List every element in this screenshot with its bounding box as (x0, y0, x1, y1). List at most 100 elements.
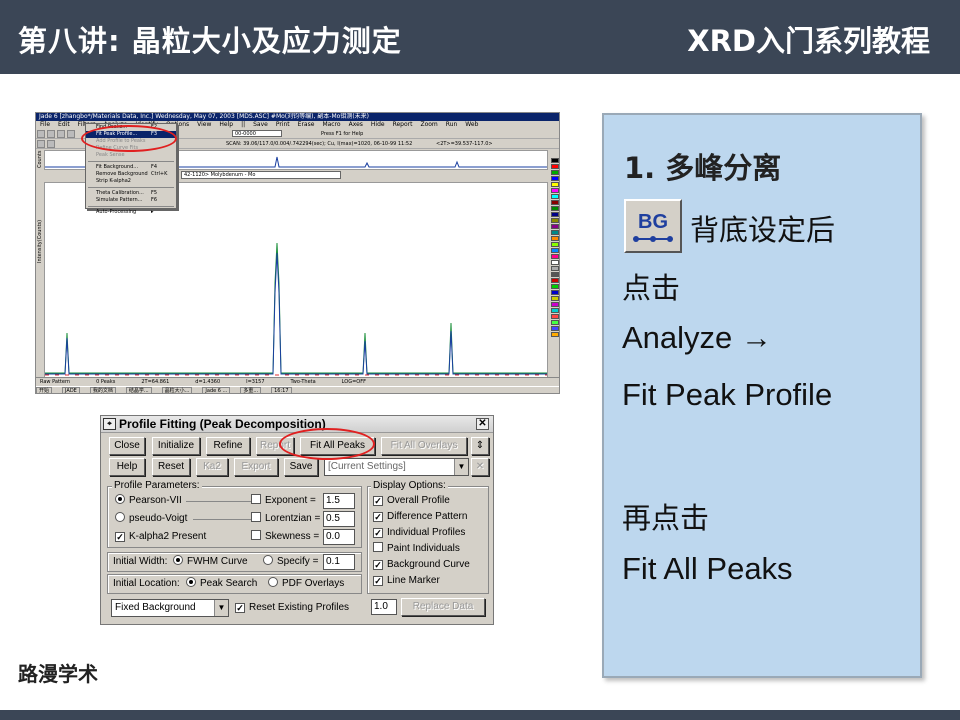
palette-swatch[interactable] (551, 188, 559, 193)
palette-swatch[interactable] (551, 194, 559, 199)
display-option-checkbox[interactable]: ✓ Individual Profiles (373, 526, 465, 540)
jade-menu-item[interactable]: Help (219, 121, 233, 128)
palette-swatch[interactable] (551, 302, 559, 307)
specify-radio[interactable]: Specify = (263, 555, 318, 569)
pearson-vii-radio[interactable]: Pearson-VII (115, 494, 182, 508)
palette-swatch[interactable] (551, 212, 559, 217)
close-icon[interactable]: ✕ (476, 418, 489, 430)
toolbar-button[interactable] (57, 130, 65, 138)
taskbar-button[interactable]: 开始 (36, 387, 53, 393)
taskbar-button[interactable]: Jade 6 ... (202, 387, 231, 393)
up-down-spinner[interactable]: ⇕ (471, 437, 489, 455)
palette-swatch[interactable] (551, 206, 559, 211)
jade-menu-item[interactable]: Axes (349, 121, 363, 128)
jade-menu-item[interactable]: || (241, 121, 245, 128)
analyze-menu-item[interactable]: Simulate Pattern... F6 (86, 197, 176, 204)
palette-swatch[interactable] (551, 254, 559, 259)
palette-swatch[interactable] (551, 278, 559, 283)
jade-menu-item[interactable]: Macro (322, 121, 340, 128)
palette-swatch[interactable] (551, 290, 559, 295)
analyze-menu-item[interactable]: Auto-Processing ▸ (86, 209, 176, 216)
analyze-menu-item[interactable]: Strip K-alpha2 (86, 178, 176, 185)
taskbar-button[interactable]: 结晶学... (125, 387, 152, 393)
initialize-button[interactable]: Initialize (152, 437, 200, 455)
background-select[interactable]: Fixed Background ▼ (111, 599, 229, 617)
settings-combo[interactable]: [Current Settings] ▼ (324, 458, 469, 476)
palette-swatch[interactable] (551, 320, 559, 325)
skewness-input[interactable]: 0.0 (323, 529, 355, 545)
kalpha2-checkbox[interactable]: ✓ K-alpha2 Present (115, 530, 206, 544)
chevron-down-icon[interactable]: ▼ (214, 600, 228, 616)
reset-button[interactable]: Reset (152, 458, 190, 476)
taskbar-button[interactable]: 多重... (240, 387, 262, 393)
palette-swatch[interactable] (551, 314, 559, 319)
display-option-checkbox[interactable]: Paint Individuals (373, 542, 460, 556)
jade-menu-item[interactable]: View (197, 121, 211, 128)
display-option-checkbox[interactable]: ✓ Line Marker (373, 574, 440, 588)
display-option-checkbox[interactable]: ✓ Overall Profile (373, 494, 450, 508)
jade-menu-item[interactable]: Erase (298, 121, 315, 128)
toolbar-button[interactable] (37, 130, 45, 138)
skewness-checkbox[interactable]: Skewness = (251, 530, 319, 544)
ka2-button[interactable]: Ka2 (196, 458, 228, 476)
jade-menu-item[interactable]: Edit (58, 121, 70, 128)
palette-swatch[interactable] (551, 230, 559, 235)
taskbar-button[interactable]: 晶粒大小... (161, 387, 193, 393)
taskbar-button[interactable]: 我的文档 (89, 387, 116, 393)
exponent-checkbox[interactable]: Exponent = (251, 494, 316, 508)
exponent-input[interactable]: 1.5 (323, 493, 355, 509)
palette-swatch[interactable] (551, 332, 559, 337)
toolbar-button[interactable] (47, 130, 55, 138)
taskbar-button[interactable]: 16:17 (271, 387, 292, 393)
jade-color-palette[interactable] (551, 158, 559, 373)
jade-menu-item[interactable]: File (40, 121, 50, 128)
display-option-checkbox[interactable]: ✓ Background Curve (373, 558, 470, 572)
palette-swatch[interactable] (551, 182, 559, 187)
fwhm-curve-radio[interactable]: FWHM Curve (173, 555, 248, 569)
specify-input[interactable]: 0.1 (323, 554, 355, 570)
lorentzian-input[interactable]: 0.5 (323, 511, 355, 527)
jade-menu-item[interactable]: Print (276, 121, 290, 128)
chevron-down-icon[interactable]: ▼ (454, 459, 468, 475)
palette-swatch[interactable] (551, 260, 559, 265)
jade-pdf-field[interactable]: 00-0000 (232, 130, 282, 137)
peak-search-radio[interactable]: Peak Search (186, 577, 257, 591)
palette-swatch[interactable] (551, 200, 559, 205)
palette-swatch[interactable] (551, 236, 559, 241)
toolbar-button[interactable] (47, 140, 55, 148)
palette-swatch[interactable] (551, 176, 559, 181)
help-button[interactable]: Help (109, 458, 145, 476)
jade-menu-item[interactable]: Report (393, 121, 413, 128)
save-button[interactable]: Save (284, 458, 318, 476)
fit-all-overlays-button[interactable]: Fit All Overlays (381, 437, 467, 455)
jade-menu-item[interactable]: Save (253, 121, 268, 128)
taskbar-button[interactable]: JADE (62, 387, 80, 393)
palette-swatch[interactable] (551, 308, 559, 313)
pdf-overlays-radio[interactable]: PDF Overlays (268, 577, 344, 591)
analyze-menu-item[interactable]: Peak Sense (86, 152, 176, 159)
palette-swatch[interactable] (551, 272, 559, 277)
close-button[interactable]: Close (109, 437, 145, 455)
replace-data-button[interactable]: Replace Data (401, 598, 485, 616)
analyze-menu-item[interactable]: Remove Background Ctrl+K (86, 171, 176, 178)
jade-menu-item[interactable]: Zoom (420, 121, 437, 128)
toolbar-button[interactable] (37, 140, 45, 148)
pseudo-voigt-radio[interactable]: pseudo-Voigt (115, 512, 187, 526)
palette-swatch[interactable] (551, 284, 559, 289)
jade-molybdenum-card[interactable]: 42-1120> Molybdenum - Mo (181, 171, 341, 179)
analyze-menu-item[interactable]: Fit Background... F4 (86, 164, 176, 171)
export-button[interactable]: Export (234, 458, 278, 476)
palette-swatch[interactable] (551, 170, 559, 175)
toolbar-button[interactable] (67, 130, 75, 138)
jade-menu-item[interactable]: Hide (371, 121, 385, 128)
refine-button[interactable]: Refine (206, 437, 250, 455)
palette-swatch[interactable] (551, 296, 559, 301)
palette-swatch[interactable] (551, 248, 559, 253)
palette-swatch[interactable] (551, 266, 559, 271)
jade-menu-item[interactable]: Web (465, 121, 478, 128)
palette-swatch[interactable] (551, 224, 559, 229)
lorentzian-checkbox[interactable]: Lorentzian = (251, 512, 320, 526)
palette-swatch[interactable] (551, 164, 559, 169)
replace-value-input[interactable]: 1.0 (371, 599, 397, 615)
palette-swatch[interactable] (551, 218, 559, 223)
